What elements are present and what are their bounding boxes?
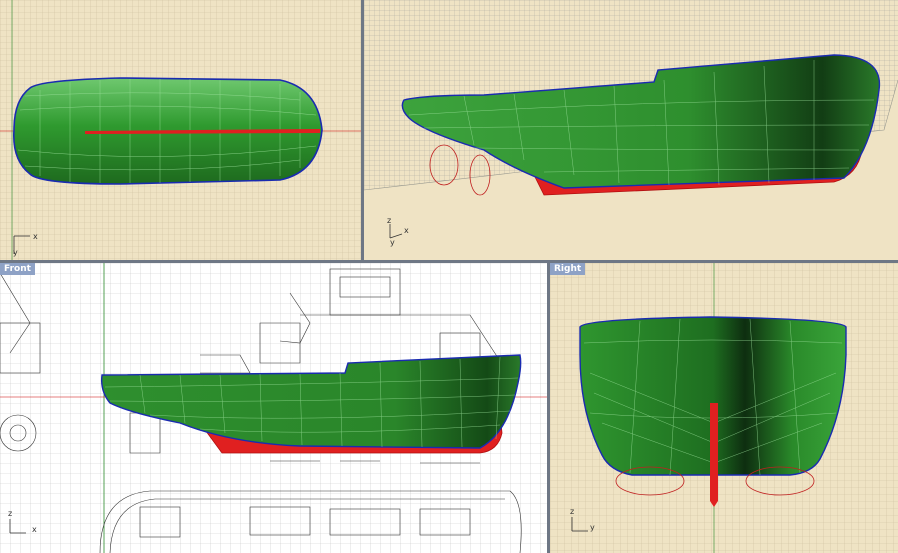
viewport-divider-horizontal[interactable] xyxy=(0,260,898,263)
viewport-divider-vertical-top[interactable] xyxy=(361,0,364,260)
viewport-front[interactable]: Front z x xyxy=(0,263,547,553)
axis-x-label: x xyxy=(32,525,37,534)
front-view-canvas[interactable] xyxy=(0,263,547,553)
viewport-perspective[interactable]: z x y xyxy=(364,0,898,260)
axis-z-label: z xyxy=(8,509,13,518)
top-view-canvas[interactable] xyxy=(0,0,361,260)
axis-z-label: z xyxy=(570,507,575,516)
axis-x-label: x xyxy=(33,232,38,241)
axis-z-label: z xyxy=(387,216,392,225)
axis-y-label: y xyxy=(390,238,395,247)
axis-y-label: y xyxy=(590,523,595,532)
viewport-label-front[interactable]: Front xyxy=(0,263,35,275)
perspective-view-canvas[interactable] xyxy=(364,0,898,260)
right-view-canvas[interactable] xyxy=(550,263,898,553)
axis-y-label: y xyxy=(13,248,18,257)
viewport-divider-vertical-bottom[interactable] xyxy=(547,263,550,553)
viewport-label-right[interactable]: Right xyxy=(550,263,586,275)
viewport-top[interactable]: x y xyxy=(0,0,361,260)
viewport-right[interactable]: Right z y xyxy=(550,263,898,553)
axis-x-label: x xyxy=(404,226,409,235)
keel-right xyxy=(710,403,718,507)
